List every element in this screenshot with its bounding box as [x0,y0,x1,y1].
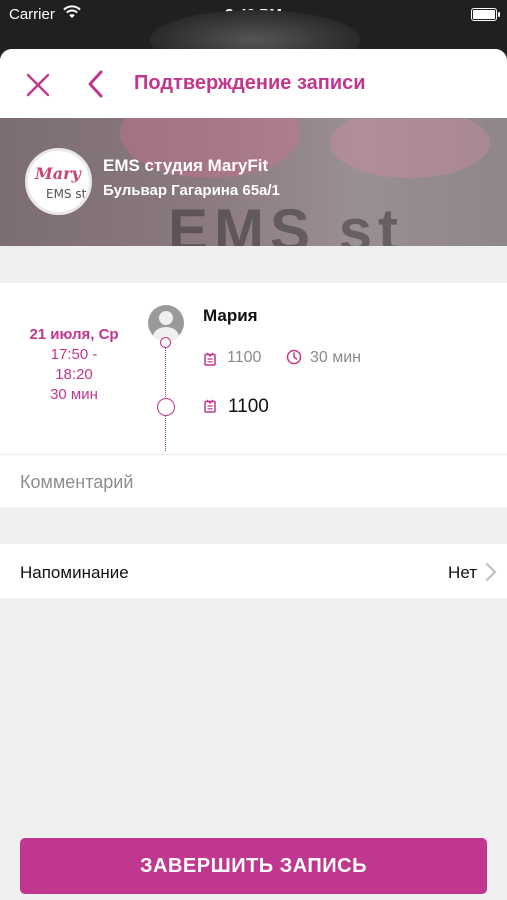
back-chevron-icon[interactable] [84,69,108,99]
timeline-node [160,337,171,348]
page-title: Подтверждение записи [134,72,366,94]
banner-photo-lettering: EMS st [168,197,405,246]
price-tag-icon [204,352,216,366]
service-price: 1100 [227,349,262,366]
timeline-node [157,398,175,416]
booking-confirmation-sheet: Подтверждение записи EMS st Mary EMS st … [0,49,507,900]
complete-booking-button[interactable]: ЗАВЕРШИТЬ ЗАПИСЬ [20,838,487,894]
studio-logo: Mary EMS st [25,148,92,215]
total-price: 1100 [228,396,269,417]
reminder-value: Нет [448,563,477,582]
close-icon[interactable] [24,71,52,99]
staff-name: Мария [203,306,258,325]
clock-icon [286,349,302,365]
studio-banner: EMS st Mary EMS st EMS студия MaryFit Бу… [0,118,507,246]
appointment-duration: 30 мин [50,386,98,403]
appointment-time: 17:50 - 18:20 [50,346,98,383]
timeline-line [165,341,166,451]
studio-address: Бульвар Гагарина 65а/1 [103,182,280,199]
appointment-date: 21 июля, Ср [29,326,119,343]
service-duration: 30 мин [310,349,362,366]
appointment-datetime: 21 июля, Ср 17:50 - 18:20 30 мин [0,325,148,405]
battery-icon [471,8,500,21]
staff-avatar [148,305,184,341]
reminder-label: Напоминание [20,563,129,582]
studio-name: EMS студия MaryFit [103,156,269,175]
reminder-row[interactable]: Напоминание Нет [0,544,507,598]
nav-bar: Подтверждение записи [0,49,507,118]
chevron-right-icon [486,563,497,581]
comment-placeholder: Комментарий [20,472,134,492]
comment-field[interactable]: Комментарий [0,455,507,507]
appointment-card: 21 июля, Ср 17:50 - 18:20 30 мин Мария 1… [0,283,507,455]
price-tag-icon [204,399,216,413]
